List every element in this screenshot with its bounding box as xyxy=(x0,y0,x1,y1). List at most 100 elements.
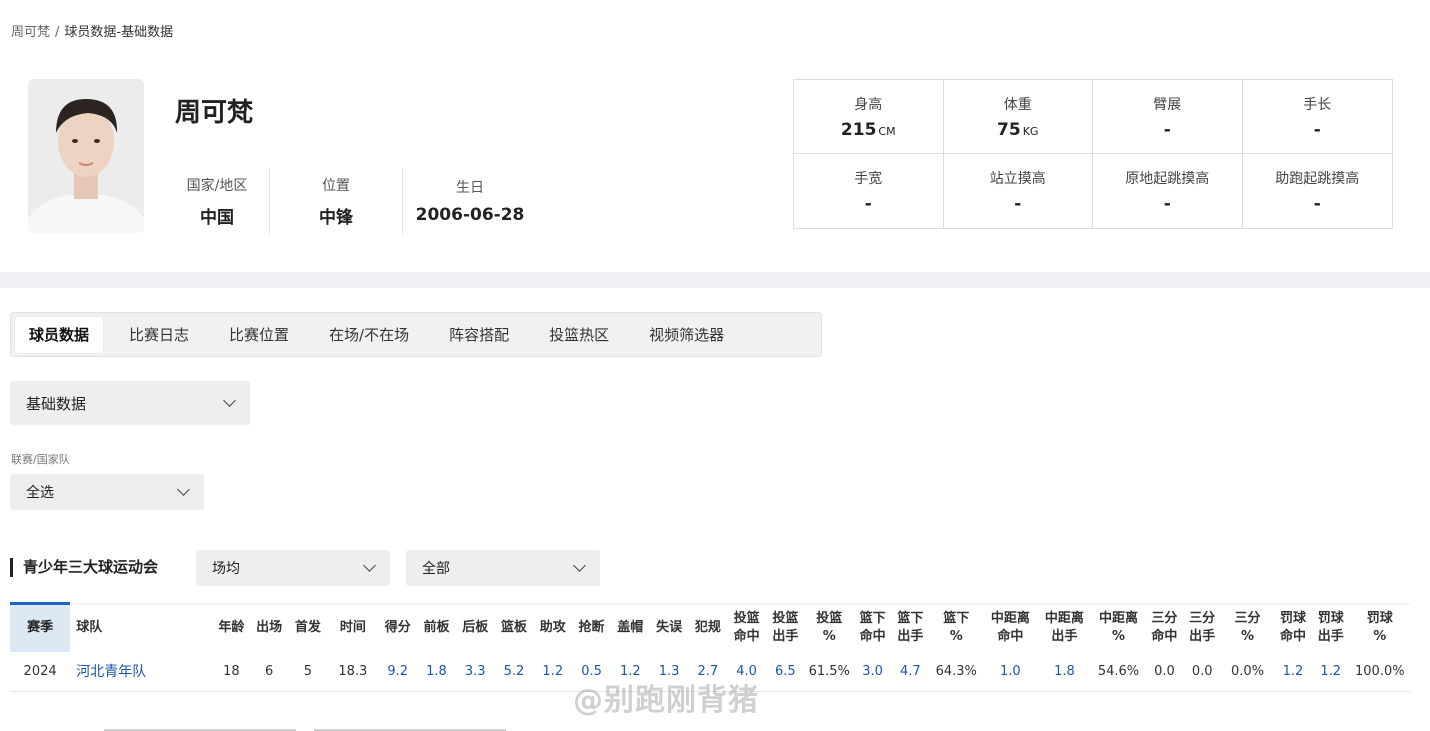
info-country-value: 中国 xyxy=(200,207,234,228)
column-header[interactable]: 前板 xyxy=(417,602,456,652)
stat-cell: 100.0% xyxy=(1349,651,1410,692)
measure-number: 75 xyxy=(997,119,1021,140)
column-header[interactable]: 三分 命中 xyxy=(1145,602,1184,652)
column-header[interactable]: 赛季 xyxy=(10,602,71,652)
player-photo xyxy=(28,79,144,233)
tab-bar: 球员数据 比赛日志 比赛位置 在场/不在场 阵容搭配 投篮热区 视频筛选器 xyxy=(10,312,822,357)
column-header[interactable]: 后板 xyxy=(455,602,495,652)
data-type-select-value: 基础数据 xyxy=(26,394,87,413)
info-birthday-value: 2006-06-28 xyxy=(415,205,525,225)
watermark: @别跑刚背猪 xyxy=(573,683,759,718)
competition-title: 青少年三大球运动会 xyxy=(10,558,158,577)
column-header[interactable]: 篮下% xyxy=(929,602,984,652)
column-header[interactable]: 三分% xyxy=(1221,602,1275,652)
stat-mode-value: 场均 xyxy=(212,561,240,577)
column-header[interactable]: 犯规 xyxy=(688,602,728,652)
chevron-down-icon xyxy=(363,559,376,572)
breadcrumb-player-link[interactable]: 周可梵 xyxy=(11,25,50,40)
section-divider-band xyxy=(0,272,1430,288)
measure-hand-width: 手宽 - xyxy=(794,154,944,228)
table-header-row: 赛季 球队 年龄 出场 首发 时间 得分 前板 后板 篮板 助攻 抢断 盖帽 失误 犯规 投篮 命中 投篮 出手 投篮… xyxy=(10,602,1410,652)
stat-link-cell[interactable]: 1.8 xyxy=(1037,651,1092,692)
stat-cell: 18 xyxy=(213,651,250,692)
measure-value: - xyxy=(1014,194,1022,214)
column-header[interactable]: 中距离% xyxy=(1091,602,1146,652)
column-header[interactable]: 篮下 出手 xyxy=(891,602,930,652)
column-header[interactable]: 中距离 命中 xyxy=(983,602,1038,652)
stat-link-cell[interactable]: 1.2 xyxy=(533,651,573,692)
measure-hand-length: 手长 - xyxy=(1242,80,1392,154)
column-header[interactable]: 篮板 xyxy=(494,602,534,652)
measure-value: 215 CM xyxy=(841,120,896,140)
stat-link-cell[interactable]: 9.2 xyxy=(378,651,418,692)
tab-game-log[interactable]: 比赛日志 xyxy=(115,317,203,353)
info-country: 国家/地区 中国 xyxy=(165,168,269,234)
stat-cell: 0.0 xyxy=(1183,651,1222,692)
column-header[interactable]: 盖帽 xyxy=(610,602,650,652)
scope-select[interactable]: 全部 xyxy=(406,550,600,586)
player-photo-image xyxy=(28,79,144,233)
team-link[interactable]: 河北青年队 xyxy=(70,651,214,692)
tab-shot-chart[interactable]: 投篮热区 xyxy=(535,317,623,353)
chevron-down-icon xyxy=(573,559,586,572)
breadcrumb-current: 球员数据-基础数据 xyxy=(64,25,174,40)
tab-on-off-court[interactable]: 在场/不在场 xyxy=(315,317,423,353)
stat-link-cell[interactable]: 1.2 xyxy=(1311,651,1350,692)
measure-label: 手宽 xyxy=(854,171,883,187)
stat-link-cell[interactable]: 5.2 xyxy=(494,651,534,692)
player-info-row: 国家/地区 中国 位置 中锋 生日 2006-06-28 xyxy=(165,168,537,234)
league-filter-label: 联赛/国家队 xyxy=(11,453,70,466)
tab-player-stats[interactable]: 球员数据 xyxy=(15,316,104,353)
column-header[interactable]: 投篮% xyxy=(804,602,854,652)
tab-game-position[interactable]: 比赛位置 xyxy=(215,317,303,353)
season-cell: 2024 xyxy=(10,651,71,692)
measure-height: 身高 215 CM xyxy=(794,80,944,154)
stat-cell: 18.3 xyxy=(327,651,379,692)
stat-mode-select[interactable]: 场均 xyxy=(196,550,390,586)
column-header[interactable]: 出场 xyxy=(249,602,289,652)
measure-label: 原地起跳摸高 xyxy=(1125,171,1210,187)
tab-lineups[interactable]: 阵容搭配 xyxy=(435,317,523,353)
info-position: 位置 中锋 xyxy=(270,168,402,234)
column-header[interactable]: 篮下 命中 xyxy=(853,602,892,652)
column-header[interactable]: 失误 xyxy=(649,602,689,652)
measure-label: 身高 xyxy=(854,96,883,113)
data-type-select[interactable]: 基础数据 xyxy=(10,381,250,425)
measure-label: 站立摸高 xyxy=(989,171,1046,187)
column-header[interactable]: 罚球 命中 xyxy=(1274,602,1312,652)
column-header[interactable]: 罚球 出手 xyxy=(1311,602,1350,652)
column-header[interactable]: 投篮 命中 xyxy=(727,602,766,652)
stat-link-cell[interactable]: 3.0 xyxy=(853,651,892,692)
column-header[interactable]: 时间 xyxy=(327,602,379,652)
scope-value: 全部 xyxy=(422,561,450,577)
column-header[interactable]: 球队 xyxy=(70,602,214,652)
stat-link-cell[interactable]: 3.3 xyxy=(455,651,495,692)
breadcrumb-separator: / xyxy=(55,25,60,40)
column-header[interactable]: 投篮 出手 xyxy=(765,602,805,652)
measure-value: - xyxy=(1163,194,1171,214)
stat-link-cell[interactable]: 1.0 xyxy=(983,651,1038,692)
stat-link-cell[interactable]: 6.5 xyxy=(765,651,805,692)
column-header[interactable]: 中距离 出手 xyxy=(1037,602,1092,652)
info-position-label: 位置 xyxy=(322,177,350,194)
stat-link-cell[interactable]: 1.8 xyxy=(417,651,456,692)
measure-label: 手长 xyxy=(1303,96,1332,113)
column-header[interactable]: 得分 xyxy=(378,602,418,652)
column-header[interactable]: 年龄 xyxy=(213,602,250,652)
column-header[interactable]: 抢断 xyxy=(572,602,611,652)
measurements-grid: 身高 215 CM 体重 75 KG 臂展 - 手长 - 手宽 - 站立摸高 - 原地起跳摸高 -… xyxy=(793,79,1393,229)
stat-link-cell[interactable]: 1.2 xyxy=(1274,651,1312,692)
info-birthday: 生日 2006-06-28 xyxy=(403,168,537,234)
measure-label: 臂展 xyxy=(1153,96,1182,113)
column-header[interactable]: 首发 xyxy=(288,602,328,652)
tab-video-filter[interactable]: 视频筛选器 xyxy=(635,317,738,353)
measure-standing-vertical: 原地起跳摸高 - xyxy=(1093,154,1243,228)
column-header[interactable]: 罚球% xyxy=(1349,602,1410,652)
measure-value: - xyxy=(1313,194,1321,214)
column-header[interactable]: 助攻 xyxy=(533,602,573,652)
stat-link-cell[interactable]: 4.7 xyxy=(891,651,930,692)
league-filter-select[interactable]: 全选 xyxy=(10,474,204,510)
column-header[interactable]: 三分 出手 xyxy=(1183,602,1222,652)
measure-value: - xyxy=(1163,119,1171,140)
stat-cell: 64.3% xyxy=(929,651,984,692)
